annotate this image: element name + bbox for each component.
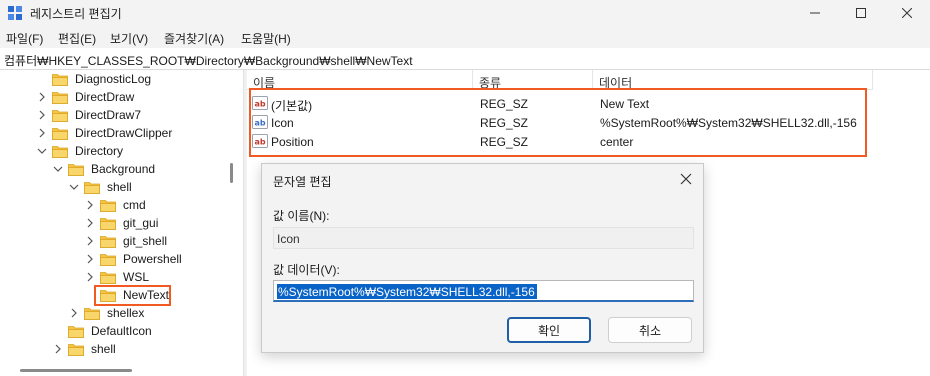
chevron-down-icon[interactable] [68, 181, 80, 193]
tree-item[interactable]: shell [68, 178, 134, 196]
menu-view[interactable]: 보기(V) [110, 30, 148, 47]
menu-file[interactable]: 파일(F) [6, 30, 43, 47]
registry-editor-icon [8, 6, 22, 20]
tree-item[interactable]: Directory [36, 142, 125, 160]
tree-item[interactable]: WSL [84, 268, 151, 286]
folder-icon [84, 181, 100, 194]
title-bar: 레지스트리 편집기 [0, 0, 930, 26]
tree-item[interactable]: git_gui [84, 214, 160, 232]
chevron-down-icon[interactable] [36, 145, 48, 157]
folder-icon [100, 235, 116, 248]
dialog-close-icon[interactable] [679, 172, 693, 186]
tree-item-label: Background [91, 162, 156, 176]
chevron-right-icon[interactable] [84, 271, 96, 283]
tree-item[interactable]: DirectDraw [36, 88, 136, 106]
tree-item[interactable]: DirectDrawClipper [36, 124, 174, 142]
value-name-text: Icon [277, 232, 300, 246]
window-title: 레지스트리 편집기 [30, 7, 122, 21]
value-name-field: Icon [273, 227, 694, 249]
folder-icon [52, 73, 68, 86]
tree-item[interactable]: DefaultIcon [52, 322, 154, 340]
maximize-button[interactable] [838, 0, 884, 26]
tree-item-label: git_gui [123, 216, 159, 230]
tree-item[interactable]: DirectDraw7 [36, 106, 143, 124]
tree-item-label: shell [107, 180, 132, 194]
tree-item-label: shellex [107, 306, 145, 320]
tree-item-label: git_shell [123, 234, 168, 248]
tree-item[interactable]: shellex [68, 304, 146, 322]
folder-icon [52, 145, 68, 158]
key-tree[interactable]: DiagnosticLog DirectDraw DirectDraw7 Direct… [0, 70, 243, 376]
minimize-button[interactable] [792, 0, 838, 26]
edit-string-dialog: 문자열 편집 값 이름(N): Icon 값 데이터(V): %SystemRo… [261, 163, 704, 353]
chevron-right-icon[interactable] [52, 343, 64, 355]
value-data-label: 값 데이터(V): [273, 263, 340, 277]
folder-icon [100, 253, 116, 266]
tree-item-label: WSL [123, 270, 150, 284]
tree-item-label: Directory [75, 144, 124, 158]
chevron-right-icon[interactable] [84, 253, 96, 265]
tree-vertical-scrollbar[interactable] [230, 163, 233, 183]
tree-item-label: DirectDraw [75, 90, 135, 104]
tree-item[interactable]: cmd [84, 196, 148, 214]
folder-icon [100, 271, 116, 284]
chevron-right-icon[interactable] [36, 91, 48, 103]
address-bar[interactable]: 컴퓨터₩HKEY_CLASSES_ROOT₩Directory₩Backgrou… [0, 48, 930, 70]
folder-icon [52, 127, 68, 140]
dialog-title: 문자열 편집 [273, 175, 332, 189]
address-path[interactable]: 컴퓨터₩HKEY_CLASSES_ROOT₩Directory₩Backgrou… [4, 52, 413, 69]
tree-horizontal-scrollbar[interactable] [20, 369, 132, 372]
cancel-button[interactable]: 취소 [608, 317, 692, 343]
menu-favorites[interactable]: 즐겨찾기(A) [164, 30, 224, 47]
tree-item-label: DirectDraw7 [75, 108, 142, 122]
value-data-text[interactable]: %SystemRoot%₩System32₩SHELL32.dll,-156 [277, 284, 537, 299]
folder-icon [68, 163, 84, 176]
folder-icon [52, 91, 68, 104]
tree-item-label: cmd [123, 198, 146, 212]
maximize-icon [856, 8, 866, 18]
folder-icon [100, 199, 116, 212]
minimize-icon [810, 12, 820, 14]
folder-icon [100, 217, 116, 230]
column-header-data[interactable]: 데이터 [593, 70, 873, 90]
menu-bar: 파일(F) 편집(E) 보기(V) 즐겨찾기(A) 도움말(H) [0, 26, 930, 48]
tree-item-label: DefaultIcon [91, 324, 152, 338]
tree-item-label: Powershell [123, 252, 182, 266]
chevron-right-icon[interactable] [84, 235, 96, 247]
ok-button[interactable]: 확인 [507, 317, 591, 343]
dialog-title-bar: 문자열 편집 [262, 164, 703, 194]
menu-edit[interactable]: 편집(E) [58, 30, 96, 47]
chevron-right-icon[interactable] [36, 109, 48, 121]
tree-item[interactable]: DiagnosticLog [36, 70, 153, 88]
chevron-right-icon[interactable] [68, 307, 80, 319]
close-icon [902, 8, 912, 18]
tree-item[interactable]: git_shell [84, 232, 169, 250]
tree-item-label: DiagnosticLog [75, 72, 152, 86]
folder-icon [68, 325, 84, 338]
chevron-down-icon[interactable] [52, 163, 64, 175]
close-button[interactable] [884, 0, 930, 26]
folder-icon [52, 109, 68, 122]
folder-icon [84, 307, 100, 320]
tree-item[interactable]: Background [52, 160, 157, 178]
menu-help[interactable]: 도움말(H) [241, 30, 291, 47]
chevron-right-icon[interactable] [36, 127, 48, 139]
column-header-name[interactable]: 이름 [247, 70, 473, 90]
column-header-type[interactable]: 종류 [473, 70, 593, 90]
tree-item-label: shell [91, 342, 116, 356]
selected-key-highlight [94, 285, 171, 306]
value-data-input[interactable]: %SystemRoot%₩System32₩SHELL32.dll,-156 [273, 280, 694, 302]
folder-icon [68, 343, 84, 356]
chevron-right-icon[interactable] [84, 217, 96, 229]
tree-item[interactable]: Powershell [84, 250, 184, 268]
chevron-right-icon[interactable] [84, 199, 96, 211]
value-name-label: 값 이름(N): [273, 209, 330, 223]
tree-item[interactable]: shell [52, 340, 118, 358]
tree-item-label: DirectDrawClipper [75, 126, 173, 140]
values-highlight [249, 88, 867, 157]
